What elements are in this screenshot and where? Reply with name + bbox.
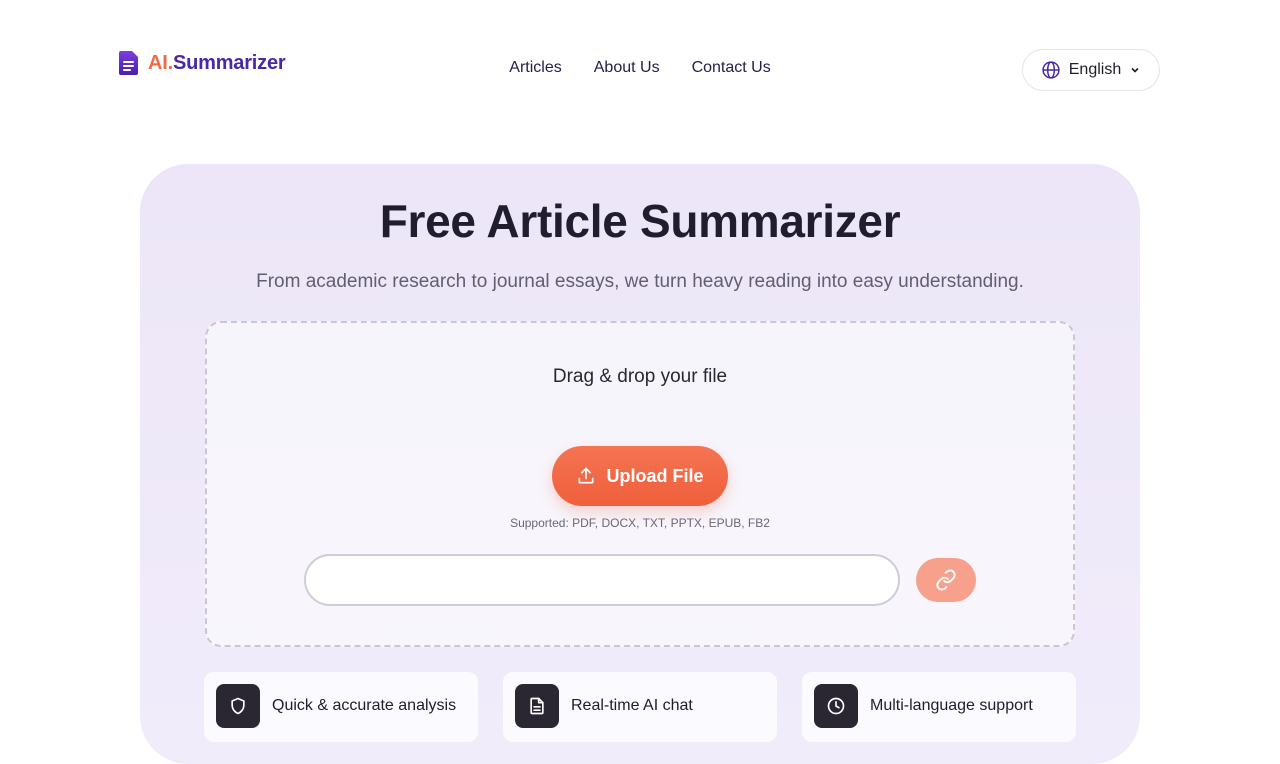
link-icon — [936, 569, 956, 591]
upload-file-button[interactable]: Upload File — [552, 446, 728, 506]
url-input[interactable] — [304, 554, 900, 606]
page-subtitle: From academic research to journal essays… — [256, 271, 1024, 292]
feature-icon-box — [515, 684, 559, 728]
upload-file-label: Upload File — [606, 465, 704, 486]
language-label: English — [1068, 61, 1122, 78]
brand-name-rest: Summarizer — [172, 51, 286, 74]
nav-about-us[interactable]: About Us — [594, 59, 660, 77]
globe-icon — [1042, 61, 1060, 79]
feature-card-chat: Real-time AI chat — [503, 672, 777, 742]
nav-contact-us[interactable]: Contact Us — [692, 59, 771, 77]
page-title: Free Article Summarizer — [379, 195, 901, 247]
brand-logo[interactable]: AI.Summarizer — [118, 50, 286, 76]
feature-label: Multi-language support — [870, 697, 1033, 714]
submit-link-button[interactable] — [916, 558, 976, 602]
brand-name: AI.Summarizer — [148, 51, 286, 75]
nav-articles[interactable]: Articles — [509, 59, 561, 77]
feature-card-languages: Multi-language support — [802, 672, 1076, 742]
feature-icon-box — [814, 684, 858, 728]
document-icon — [119, 51, 138, 75]
feature-card-analysis: Quick & accurate analysis — [204, 672, 478, 742]
feature-icon-box — [216, 684, 260, 728]
brand-name-ai: AI. — [148, 51, 173, 74]
file-text-icon — [530, 697, 544, 715]
clock-icon — [827, 697, 845, 715]
language-selector[interactable]: English — [1022, 49, 1160, 91]
feature-label: Real-time AI chat — [571, 697, 693, 714]
shield-icon — [231, 697, 245, 715]
site-header: AI.Summarizer Articles About Us Contact … — [0, 0, 1280, 140]
chevron-down-icon — [1131, 67, 1139, 73]
supported-formats: Supported: PDF, DOCX, TXT, PPTX, EPUB, F… — [510, 516, 770, 530]
dropzone-title: Drag & drop your file — [552, 366, 728, 387]
upload-icon — [578, 467, 594, 484]
feature-label: Quick & accurate analysis — [272, 697, 457, 714]
